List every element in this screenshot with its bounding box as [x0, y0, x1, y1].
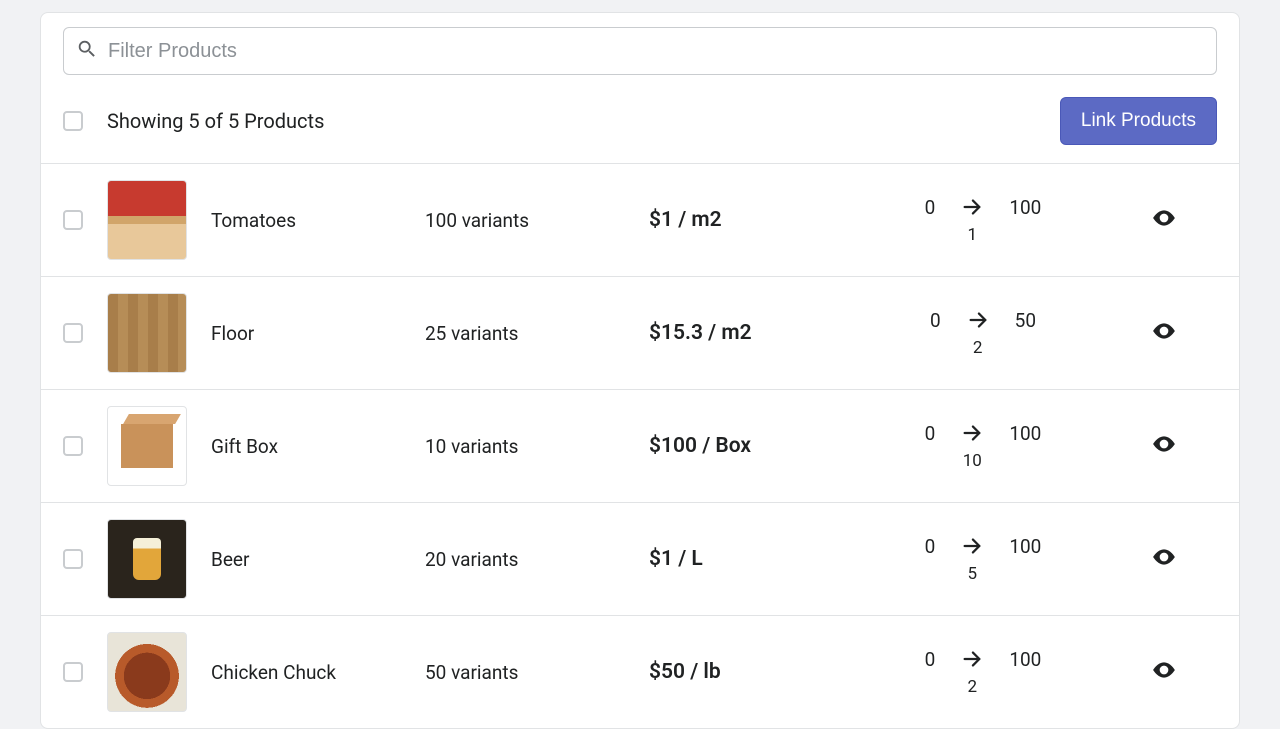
range-step: 5: [968, 564, 978, 584]
search-bar-wrap: [41, 13, 1239, 83]
product-price: $1 / m2: [649, 208, 859, 232]
product-variants: 20 variants: [425, 548, 625, 571]
search-input[interactable]: [108, 40, 1204, 63]
row-actions: [1107, 205, 1217, 235]
view-icon[interactable]: [1151, 544, 1177, 574]
range-step: 2: [968, 677, 978, 697]
range-from: 0: [925, 535, 936, 558]
view-icon[interactable]: [1151, 657, 1177, 687]
range-to: 50: [1015, 309, 1036, 332]
range-to: 100: [1009, 422, 1041, 445]
product-row: Gift Box 10 variants $100 / Box 0 10 100: [41, 389, 1239, 502]
range-arrow-group: 2: [967, 309, 989, 358]
range-to: 100: [1009, 196, 1041, 219]
row-checkbox[interactable]: [63, 436, 83, 456]
arrow-right-icon: [961, 196, 983, 223]
arrow-right-icon: [961, 422, 983, 449]
product-thumbnail: [107, 293, 187, 373]
product-thumbnail: [107, 406, 187, 486]
range-from: 0: [925, 648, 936, 671]
product-price: $100 / Box: [649, 434, 859, 458]
product-row: Chicken Chuck 50 variants $50 / lb 0 2 100: [41, 615, 1239, 728]
row-checkbox[interactable]: [63, 662, 83, 682]
product-name: Chicken Chuck: [211, 661, 401, 684]
products-card: Showing 5 of 5 Products Link Products To…: [40, 12, 1240, 729]
product-price: $15.3 / m2: [649, 321, 859, 345]
range-arrow-group: 5: [961, 535, 983, 584]
product-name: Beer: [211, 548, 401, 571]
range-from: 0: [925, 196, 936, 219]
product-variants: 10 variants: [425, 435, 625, 458]
arrow-right-icon: [961, 535, 983, 562]
product-row: Tomatoes 100 variants $1 / m2 0 1 100: [41, 163, 1239, 276]
product-range: 0 2 50: [883, 309, 1083, 358]
showing-count: Showing 5 of 5 Products: [107, 109, 1036, 133]
view-icon[interactable]: [1151, 431, 1177, 461]
range-to: 100: [1009, 648, 1041, 671]
header-row: Showing 5 of 5 Products Link Products: [41, 83, 1239, 163]
product-range: 0 10 100: [883, 422, 1083, 471]
product-row: Beer 20 variants $1 / L 0 5 100: [41, 502, 1239, 615]
range-from: 0: [930, 309, 941, 332]
product-range: 0 1 100: [883, 196, 1083, 245]
select-all-checkbox[interactable]: [63, 111, 83, 131]
arrow-right-icon: [967, 309, 989, 336]
product-thumbnail: [107, 632, 187, 712]
product-variants: 25 variants: [425, 322, 625, 345]
range-step: 1: [968, 225, 978, 245]
view-icon[interactable]: [1151, 318, 1177, 348]
range-step: 2: [973, 338, 983, 358]
product-name: Tomatoes: [211, 209, 401, 232]
range-arrow-group: 1: [961, 196, 983, 245]
row-actions: [1107, 544, 1217, 574]
product-name: Gift Box: [211, 435, 401, 458]
row-actions: [1107, 318, 1217, 348]
product-range: 0 2 100: [883, 648, 1083, 697]
product-price: $1 / L: [649, 547, 859, 571]
row-checkbox[interactable]: [63, 323, 83, 343]
row-checkbox[interactable]: [63, 210, 83, 230]
range-to: 100: [1009, 535, 1041, 558]
search-icon: [76, 38, 98, 64]
product-thumbnail: [107, 519, 187, 599]
product-name: Floor: [211, 322, 401, 345]
row-actions: [1107, 657, 1217, 687]
product-range: 0 5 100: [883, 535, 1083, 584]
range-step: 10: [963, 451, 982, 471]
product-list: Tomatoes100 variants$1 / m201100Floor25 …: [41, 163, 1239, 728]
range-arrow-group: 2: [961, 648, 983, 697]
range-from: 0: [925, 422, 936, 445]
row-checkbox[interactable]: [63, 549, 83, 569]
product-thumbnail: [107, 180, 187, 260]
arrow-right-icon: [961, 648, 983, 675]
product-variants: 50 variants: [425, 661, 625, 684]
product-variants: 100 variants: [425, 209, 625, 232]
row-actions: [1107, 431, 1217, 461]
range-arrow-group: 10: [961, 422, 983, 471]
view-icon[interactable]: [1151, 205, 1177, 235]
search-bar[interactable]: [63, 27, 1217, 75]
product-row: Floor 25 variants $15.3 / m2 0 2 50: [41, 276, 1239, 389]
product-price: $50 / lb: [649, 660, 859, 684]
link-products-button[interactable]: Link Products: [1060, 97, 1217, 145]
